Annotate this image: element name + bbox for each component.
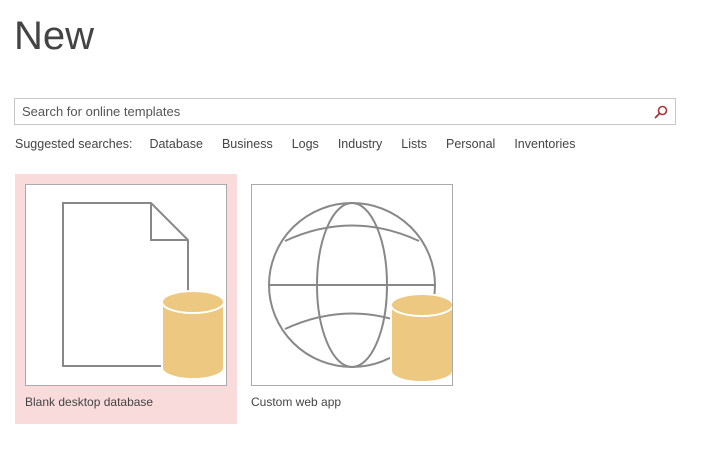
suggested-search-logs[interactable]: Logs: [292, 137, 319, 151]
template-custom-web-app[interactable]: Custom web app: [241, 174, 463, 424]
template-label: Blank desktop database: [25, 395, 154, 409]
search-icon[interactable]: [651, 102, 671, 122]
globe-database-icon: [268, 202, 452, 383]
new-page: New Suggested searches: Database Busines…: [0, 0, 709, 453]
suggested-search-industry[interactable]: Industry: [338, 137, 382, 151]
template-thumbnail: [251, 184, 453, 386]
search-box: [14, 98, 676, 125]
suggested-search-inventories[interactable]: Inventories: [514, 137, 575, 151]
template-blank-desktop-database[interactable]: Blank desktop database: [15, 174, 237, 424]
search-input[interactable]: [15, 99, 652, 124]
suggested-searches-label: Suggested searches:: [15, 137, 133, 151]
suggested-search-database[interactable]: Database: [149, 137, 203, 151]
suggested-search-business[interactable]: Business: [222, 137, 273, 151]
template-label: Custom web app: [251, 395, 342, 409]
template-thumbnail: [25, 184, 227, 386]
suggested-search-personal[interactable]: Personal: [446, 137, 495, 151]
blank-document-database-icon: [62, 202, 225, 380]
suggested-searches: Suggested searches: Database Business Lo…: [15, 137, 594, 151]
suggested-search-lists[interactable]: Lists: [401, 137, 427, 151]
page-title: New: [14, 14, 95, 58]
